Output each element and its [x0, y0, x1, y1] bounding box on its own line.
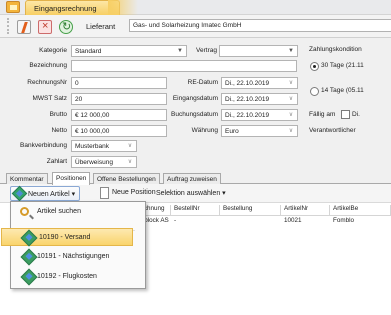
faellig-value: Di. [352, 111, 360, 118]
column-header-artikelbezeichnung[interactable]: ArtikelBe [331, 205, 391, 215]
faellig-checkbox[interactable] [341, 110, 350, 119]
kategorie-label: Kategorie [39, 47, 67, 54]
zahlart-label: Zahlart [46, 158, 67, 165]
zahlart-value: Überweisung [75, 158, 113, 166]
eingangsdatum-label: Eingangsdatum [172, 95, 218, 102]
select-selection-button[interactable]: Selektion auswählen ▾ [152, 186, 230, 201]
buchungsdatum-picker[interactable]: Di., 22.10.2019 ∨ [221, 109, 298, 121]
column-header-bestellnr[interactable]: BestellNr [172, 205, 220, 215]
column-header-bestellung[interactable]: Bestellung [221, 205, 281, 215]
tab-kommentar[interactable]: Kommentar [6, 173, 48, 184]
re-datum-picker[interactable]: Di., 22.10.2019 ∨ [221, 77, 298, 89]
lieferant-input[interactable]: Gas- und Solarheizung Imatec GmbH [129, 19, 391, 32]
vertrag-label: Vertrag [196, 47, 217, 54]
bankverbindung-value: Musterbank [75, 142, 109, 150]
kondition-14-radio[interactable] [310, 87, 319, 96]
chevron-down-icon: ∨ [288, 128, 294, 134]
faellig-label: Fällig am [309, 111, 336, 118]
lieferant-label: Lieferant [86, 22, 116, 31]
tab-positionen[interactable]: Positionen [52, 172, 91, 185]
chevron-down-icon: ∨ [127, 143, 133, 149]
re-datum-label: RE-Datum [187, 79, 218, 86]
eingangsdatum-value: Di., 22.10.2019 [225, 95, 270, 103]
bezeichnung-label: Bezeichnung [29, 62, 67, 69]
bankverbindung-select[interactable]: Musterbank ∨ [71, 140, 137, 152]
bankverbindung-label: Bankverbindung [20, 142, 67, 149]
kondition-30-radio[interactable] [310, 62, 319, 71]
new-position-button[interactable]: Neue Position [96, 186, 160, 201]
vertrag-select[interactable]: ▼ [219, 45, 298, 57]
zahlungskonditionen-label: Zahlungskondition [309, 46, 362, 53]
new-document-icon[interactable] [17, 20, 31, 34]
mwst-satz-label: MWST Satz [32, 95, 67, 102]
title-tab-decoration [108, 0, 138, 15]
buchungsdatum-value: Di., 22.10.2019 [225, 111, 270, 119]
brutto-label: Brutto [49, 111, 67, 118]
search-icon [20, 207, 29, 216]
chevron-down-icon: ∨ [127, 159, 133, 165]
mwst-satz-input[interactable]: 20 [71, 93, 167, 105]
delete-icon[interactable] [38, 20, 52, 34]
window-title-tab[interactable]: Eingangsrechnung [25, 0, 120, 15]
brutto-input[interactable]: € 12 000,00 [71, 109, 167, 121]
rechnungsnr-input[interactable]: 0 [71, 77, 167, 89]
table-cell[interactable]: - [172, 217, 220, 227]
refresh-icon[interactable] [59, 20, 73, 34]
waehrung-select[interactable]: Euro ∨ [221, 125, 298, 137]
netto-label: Netto [51, 127, 67, 134]
toolbar-grip[interactable] [7, 18, 11, 34]
netto-input[interactable]: € 10 000,00 [71, 125, 167, 137]
waehrung-label: Währung [191, 127, 218, 134]
table-cell[interactable]: Fomblo [331, 217, 391, 227]
chevron-down-icon: ▼ [285, 46, 297, 56]
table-cell[interactable] [221, 217, 281, 227]
kondition-30-label: 30 Tage (21.11 [321, 62, 364, 69]
tab-auftrag-zuweisen[interactable]: Auftrag zuweisen [163, 173, 221, 184]
verantwortlicher-label: Verantwortlicher [309, 127, 356, 134]
buchungsdatum-label: Buchungsdatum [171, 111, 218, 118]
column-header-artikelnr[interactable]: ArtikelNr [282, 205, 330, 215]
kondition-14-label: 14 Tage (05.11 [321, 87, 364, 94]
re-datum-value: Di., 22.10.2019 [225, 79, 270, 87]
kategorie-value: Standard [75, 47, 102, 55]
chevron-down-icon: ∨ [288, 80, 294, 86]
eingangsdatum-picker[interactable]: Di., 22.10.2019 ∨ [221, 93, 298, 105]
bezeichnung-input[interactable] [71, 60, 297, 72]
zahlart-select[interactable]: Überweisung ∨ [71, 156, 137, 168]
waehrung-value: Euro [225, 127, 239, 135]
tab-offene-bestellungen[interactable]: Offene Bestellungen [93, 173, 160, 184]
table-cell[interactable]: 10021 [282, 217, 330, 227]
chevron-down-icon: ∨ [288, 112, 294, 118]
header-divider [137, 215, 391, 216]
invoice-icon [6, 1, 20, 13]
rechnungsnr-label: RechnungsNr [27, 79, 67, 86]
chevron-down-icon: ∨ [288, 96, 294, 102]
